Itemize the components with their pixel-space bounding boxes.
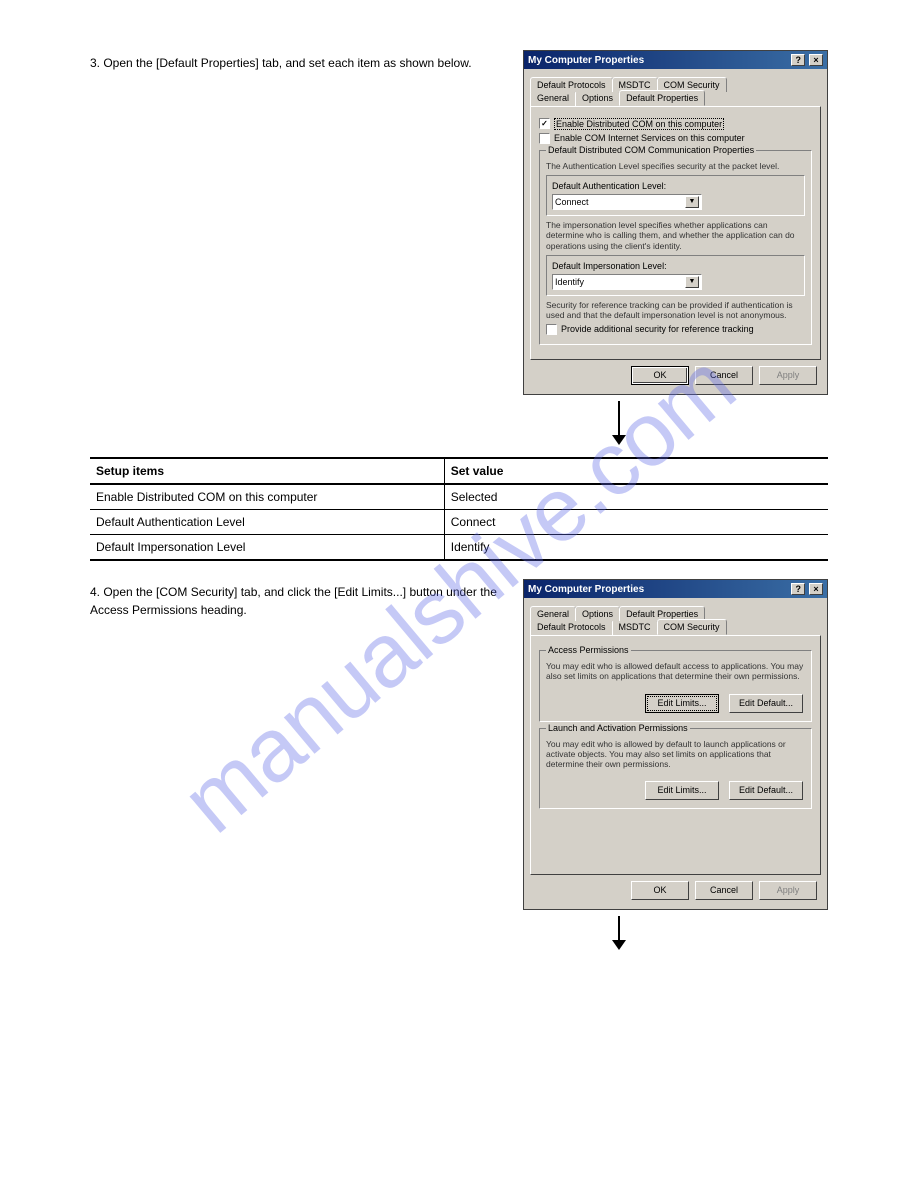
auth-label: Default Authentication Level: <box>552 181 799 191</box>
button-row: Edit Limits... Edit Default... <box>546 686 805 715</box>
tab-row-back: Default Protocols MSDTC COM Security <box>530 75 821 90</box>
dialog-default-properties: My Computer Properties ? × Default Proto… <box>523 50 828 395</box>
cell: Selected <box>444 484 828 510</box>
button-row: OK Cancel Apply <box>530 360 821 388</box>
group-text: You may edit who is allowed default acce… <box>546 661 805 681</box>
group-text: You may edit who is allowed by default t… <box>546 739 805 770</box>
tab-general[interactable]: General <box>530 90 576 106</box>
title-buttons: ? × <box>790 583 823 595</box>
help-icon[interactable]: ? <box>791 54 805 66</box>
dialog-title: My Computer Properties <box>528 55 644 66</box>
checkbox-icon <box>539 133 550 144</box>
imp-dropdown[interactable]: Identify ▼ <box>552 274 702 290</box>
close-icon[interactable]: × <box>809 54 823 66</box>
step-3-text: 3. Open the [Default Properties] tab, an… <box>90 50 503 72</box>
tab-options[interactable]: Options <box>575 90 620 106</box>
cell: Default Impersonation Level <box>90 535 444 561</box>
dialog-title: My Computer Properties <box>528 584 644 595</box>
table-header-items: Setup items <box>90 458 444 484</box>
table-row: Default Authentication Level Connect <box>90 510 828 535</box>
group-title: Launch and Activation Permissions <box>546 723 690 733</box>
subgroup-impersonation: Default Impersonation Level: Identify ▼ <box>546 255 805 296</box>
tab-default-properties[interactable]: Default Properties <box>619 90 705 106</box>
checkbox-additional-security[interactable]: Provide additional security for referenc… <box>546 324 805 335</box>
edit-limits-button[interactable]: Edit Limits... <box>645 694 719 713</box>
settings-table: Setup items Set value Enable Distributed… <box>90 457 828 561</box>
checkbox-label: Provide additional security for referenc… <box>561 324 754 334</box>
step-4-row: 4. Open the [COM Security] tab, and clic… <box>90 579 828 910</box>
auth-value: Connect <box>555 197 589 207</box>
cancel-button[interactable]: Cancel <box>695 881 753 900</box>
checkbox-label: Enable Distributed COM on this computer <box>554 118 724 130</box>
edit-default-button[interactable]: Edit Default... <box>729 694 803 713</box>
edit-limits-button[interactable]: Edit Limits... <box>645 781 719 800</box>
checkbox-enable-internet[interactable]: Enable COM Internet Services on this com… <box>539 133 812 144</box>
tab-options[interactable]: Options <box>575 606 620 621</box>
cell: Default Authentication Level <box>90 510 444 535</box>
tab-row-back: General Options Default Properties <box>530 604 821 619</box>
group-access-permissions: Access Permissions You may edit who is a… <box>539 650 812 721</box>
arrow-down-icon <box>410 916 828 950</box>
tab-row-front: Default Protocols MSDTC COM Security <box>530 619 821 635</box>
ok-button[interactable]: OK <box>631 881 689 900</box>
cell: Connect <box>444 510 828 535</box>
checkbox-label: Enable COM Internet Services on this com… <box>554 133 745 143</box>
group-title: Access Permissions <box>546 645 631 655</box>
cancel-button[interactable]: Cancel <box>695 366 753 385</box>
imp-value: Identify <box>555 277 584 287</box>
subgroup-auth: Default Authentication Level: Connect ▼ <box>546 175 805 216</box>
chevron-down-icon: ▼ <box>685 196 699 208</box>
checkbox-enable-dcom[interactable]: Enable Distributed COM on this computer <box>539 118 812 130</box>
step-3-row: 3. Open the [Default Properties] tab, an… <box>90 50 828 395</box>
checkbox-icon <box>546 324 557 335</box>
button-row: Edit Limits... Edit Default... <box>546 773 805 802</box>
edit-default-button[interactable]: Edit Default... <box>729 781 803 800</box>
ok-button[interactable]: OK <box>631 366 689 385</box>
tab-default-protocols[interactable]: Default Protocols <box>530 77 613 92</box>
help-icon[interactable]: ? <box>791 583 805 595</box>
cell: Enable Distributed COM on this computer <box>90 484 444 510</box>
tab-row-front: General Options Default Properties <box>530 90 821 106</box>
apply-button[interactable]: Apply <box>759 366 817 385</box>
table-row: Enable Distributed COM on this computer … <box>90 484 828 510</box>
checkbox-icon <box>539 118 550 129</box>
arrow-down-icon <box>410 401 828 445</box>
group-title: Default Distributed COM Communication Pr… <box>546 145 756 155</box>
imp-label: Default Impersonation Level: <box>552 261 799 271</box>
group-communication: Default Distributed COM Communication Pr… <box>539 150 812 345</box>
step-4-text: 4. Open the [COM Security] tab, and clic… <box>90 579 503 619</box>
table-row: Default Impersonation Level Identify <box>90 535 828 561</box>
note-auth: The Authentication Level specifies secur… <box>546 161 805 171</box>
chevron-down-icon: ▼ <box>685 276 699 288</box>
auth-dropdown[interactable]: Connect ▼ <box>552 194 702 210</box>
titlebar: My Computer Properties ? × <box>524 580 827 598</box>
tab-msdtc[interactable]: MSDTC <box>612 619 658 635</box>
tab-general[interactable]: General <box>530 606 576 621</box>
group-launch-permissions: Launch and Activation Permissions You ma… <box>539 728 812 810</box>
close-icon[interactable]: × <box>809 583 823 595</box>
tab-panel: Enable Distributed COM on this computer … <box>530 106 821 360</box>
title-buttons: ? × <box>790 54 823 66</box>
note-security: Security for reference tracking can be p… <box>546 300 805 320</box>
titlebar: My Computer Properties ? × <box>524 51 827 69</box>
table-header-value: Set value <box>444 458 828 484</box>
tab-default-protocols[interactable]: Default Protocols <box>530 619 613 635</box>
dialog-com-security: My Computer Properties ? × General Optio… <box>523 579 828 910</box>
button-row: OK Cancel Apply <box>530 875 821 903</box>
tab-com-security[interactable]: COM Security <box>657 619 727 635</box>
tab-panel: Access Permissions You may edit who is a… <box>530 635 821 875</box>
apply-button[interactable]: Apply <box>759 881 817 900</box>
note-impersonation: The impersonation level specifies whethe… <box>546 220 805 251</box>
cell: Identify <box>444 535 828 561</box>
